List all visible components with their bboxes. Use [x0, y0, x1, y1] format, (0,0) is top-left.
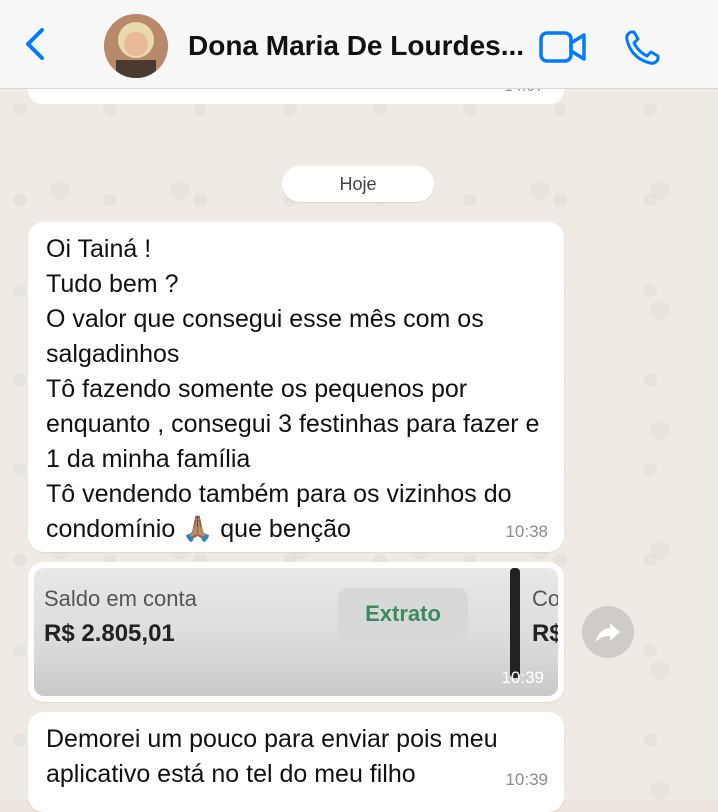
video-call-button[interactable] — [538, 30, 588, 64]
voice-call-button[interactable] — [622, 28, 662, 68]
cut-value: R$ — [532, 620, 558, 647]
chevron-left-icon — [26, 28, 44, 60]
saldo-label: Saldo em conta — [44, 586, 197, 611]
chat-header: Dona Maria De Lourdes... — [0, 0, 718, 89]
date-separator: Hoje — [282, 166, 434, 202]
image-divider — [510, 568, 520, 678]
phone-icon — [625, 30, 660, 65]
message-text: Demorei um pouco para enviar pois meu ap… — [46, 725, 498, 788]
back-button[interactable] — [18, 26, 54, 62]
forward-icon — [596, 623, 620, 642]
video-camera-icon — [539, 31, 586, 63]
message-bubble[interactable]: Oi Tainá ! Tudo bem ? O valor que conseg… — [28, 222, 564, 552]
message-bubble[interactable]: Demorei um pouco para enviar pois meu ap… — [28, 712, 564, 812]
message-text: Oi Tainá ! Tudo bem ? O valor que conseg… — [46, 235, 540, 543]
contact-name[interactable]: Dona Maria De Lourdes... — [188, 30, 524, 62]
message-time: 10:39 — [501, 668, 544, 687]
message-time: 10:38 — [505, 522, 548, 541]
forward-button[interactable] — [582, 606, 634, 658]
cut-label: Co — [532, 586, 558, 611]
image-attachment[interactable]: Saldo em conta R$ 2.805,01 Extrato Co R$… — [34, 568, 558, 696]
avatar[interactable] — [104, 14, 168, 78]
saldo-value: R$ 2.805,01 — [44, 620, 175, 647]
image-message-bubble[interactable]: Saldo em conta R$ 2.805,01 Extrato Co R$… — [28, 562, 564, 702]
message-time: 10:39 — [505, 770, 548, 789]
extrato-label: Extrato — [338, 588, 468, 640]
